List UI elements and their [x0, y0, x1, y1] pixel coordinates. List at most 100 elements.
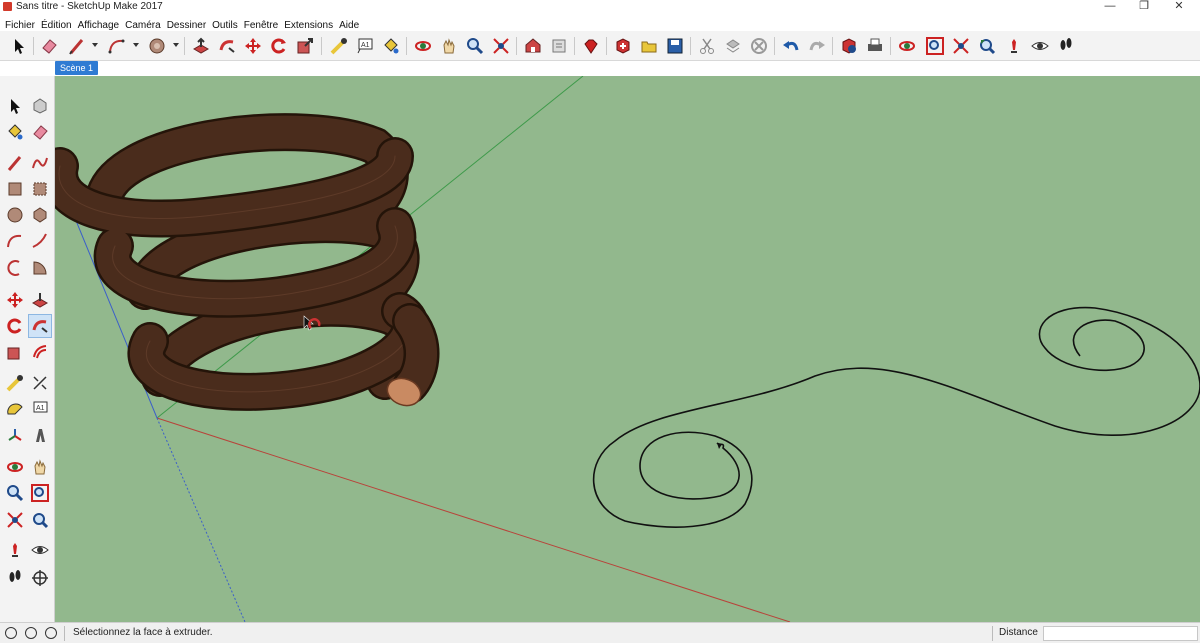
delete-icon[interactable] — [748, 35, 770, 57]
warehouse-icon[interactable] — [522, 35, 544, 57]
arc-icon[interactable] — [3, 229, 27, 253]
position-camera-icon[interactable] — [1003, 35, 1025, 57]
orbit-icon[interactable] — [896, 35, 918, 57]
paint-bucket-icon[interactable] — [380, 35, 402, 57]
offset-icon[interactable] — [28, 340, 52, 364]
look-around-icon[interactable] — [1029, 35, 1051, 57]
drawing-area[interactable] — [55, 76, 1200, 622]
tape-measure-icon[interactable] — [3, 371, 27, 395]
position-camera-icon[interactable] — [3, 538, 27, 562]
svg-text:A1: A1 — [36, 405, 45, 412]
copy-icon[interactable] — [722, 35, 744, 57]
zoom-extents-icon[interactable] — [490, 35, 512, 57]
maximize-button[interactable]: ❐ — [1127, 0, 1161, 14]
three-point-arc-icon[interactable] — [3, 256, 27, 280]
push-pull-icon[interactable] — [190, 35, 212, 57]
measurement-input[interactable] — [1043, 626, 1198, 641]
pan-icon[interactable] — [438, 35, 460, 57]
zoom-extents-icon[interactable] — [950, 35, 972, 57]
follow-me-icon[interactable] — [28, 314, 52, 338]
window-title: Sans titre - SketchUp Make 2017 — [16, 1, 163, 12]
look-around-icon[interactable] — [28, 538, 52, 562]
push-pull-icon[interactable] — [28, 288, 52, 312]
redo-icon[interactable] — [806, 35, 828, 57]
open-icon[interactable] — [638, 35, 660, 57]
pie-icon[interactable] — [28, 256, 52, 280]
spiral-path[interactable] — [592, 306, 1200, 528]
orbit-icon[interactable] — [412, 35, 434, 57]
3d-text-icon[interactable] — [28, 424, 52, 448]
move-icon[interactable] — [242, 35, 264, 57]
polygon-icon[interactable] — [28, 203, 52, 227]
title-bar: Sans titre - SketchUp Make 2017 — ❐ ✕ — [0, 0, 1200, 14]
save-icon[interactable] — [664, 35, 686, 57]
chevron-down-icon[interactable] — [92, 43, 98, 47]
eraser-icon[interactable] — [38, 35, 60, 57]
spiral-start-marker — [717, 443, 722, 449]
circle-icon[interactable] — [3, 203, 27, 227]
zoom-icon[interactable] — [3, 481, 27, 505]
chevron-down-icon[interactable] — [173, 43, 179, 47]
walk-icon[interactable] — [3, 566, 27, 590]
zoom-window-icon[interactable] — [28, 481, 52, 505]
chevron-down-icon[interactable] — [133, 43, 139, 47]
text-icon[interactable]: A1 — [354, 35, 376, 57]
status-message: Sélectionnez la face à extruder. — [73, 627, 213, 638]
sketchup-logo-icon — [3, 2, 12, 11]
select-icon[interactable] — [3, 94, 27, 118]
previous-view-icon[interactable] — [28, 508, 52, 532]
axes-icon[interactable] — [3, 424, 27, 448]
spring-model[interactable] — [55, 113, 440, 411]
print-icon[interactable] — [864, 35, 886, 57]
rotated-rectangle-icon[interactable] — [28, 177, 52, 201]
two-point-arc-icon[interactable] — [28, 229, 52, 253]
protractor-icon[interactable] — [3, 397, 27, 421]
blue-axis-hidden — [156, 417, 246, 622]
sketchup-window: Sans titre - SketchUp Make 2017 — ❐ ✕ Fi… — [0, 0, 1200, 643]
follow-me-icon[interactable] — [216, 35, 238, 57]
scene-tabs: Scène 1 — [0, 61, 1200, 76]
rotate-icon[interactable] — [3, 314, 27, 338]
eraser-icon[interactable] — [28, 120, 52, 144]
rectangle-icon[interactable] — [3, 177, 27, 201]
rotate-icon[interactable] — [268, 35, 290, 57]
scale-icon[interactable] — [294, 35, 316, 57]
credits-icon[interactable] — [25, 627, 37, 639]
geo-location-icon[interactable] — [5, 627, 17, 639]
freehand-icon[interactable] — [28, 151, 52, 175]
orbit-icon[interactable] — [3, 455, 27, 479]
extension-warehouse-icon[interactable] — [548, 35, 570, 57]
undo-icon[interactable] — [780, 35, 802, 57]
model-canvas — [55, 76, 1200, 622]
pan-icon[interactable] — [28, 455, 52, 479]
status-bar: Sélectionnez la face à extruder. Distanc… — [0, 622, 1200, 643]
model-info-icon[interactable] — [838, 35, 860, 57]
user-icon[interactable] — [45, 627, 57, 639]
scene-tab-1[interactable]: Scène 1 — [55, 61, 99, 75]
move-icon[interactable] — [3, 288, 27, 312]
paint-bucket-icon[interactable] — [3, 120, 27, 144]
arc-icon[interactable] — [106, 35, 128, 57]
scale-icon[interactable] — [3, 340, 27, 364]
previous-view-icon[interactable] — [976, 35, 998, 57]
close-button[interactable]: ✕ — [1162, 0, 1196, 14]
text-icon[interactable]: A1 — [28, 397, 52, 421]
dimension-icon[interactable] — [28, 371, 52, 395]
zoom-window-icon[interactable] — [924, 35, 946, 57]
walk-icon[interactable] — [1055, 35, 1077, 57]
cut-icon[interactable] — [696, 35, 718, 57]
zoom-extents-icon[interactable] — [3, 508, 27, 532]
svg-text:A1: A1 — [361, 42, 370, 49]
ruby-icon[interactable] — [580, 35, 602, 57]
tape-measure-icon[interactable] — [328, 35, 350, 57]
select-icon[interactable] — [8, 35, 30, 57]
line-icon[interactable] — [66, 35, 88, 57]
make-component-icon[interactable] — [28, 94, 52, 118]
minimize-button[interactable]: — — [1093, 0, 1127, 14]
line-icon[interactable] — [3, 151, 27, 175]
zoom-icon[interactable] — [464, 35, 486, 57]
menu-bar: Fichier Édition Affichage Caméra Dessiner Out… — [0, 15, 1200, 31]
circle-icon[interactable] — [146, 35, 168, 57]
new-icon[interactable] — [612, 35, 634, 57]
section-plane-icon[interactable] — [28, 566, 52, 590]
